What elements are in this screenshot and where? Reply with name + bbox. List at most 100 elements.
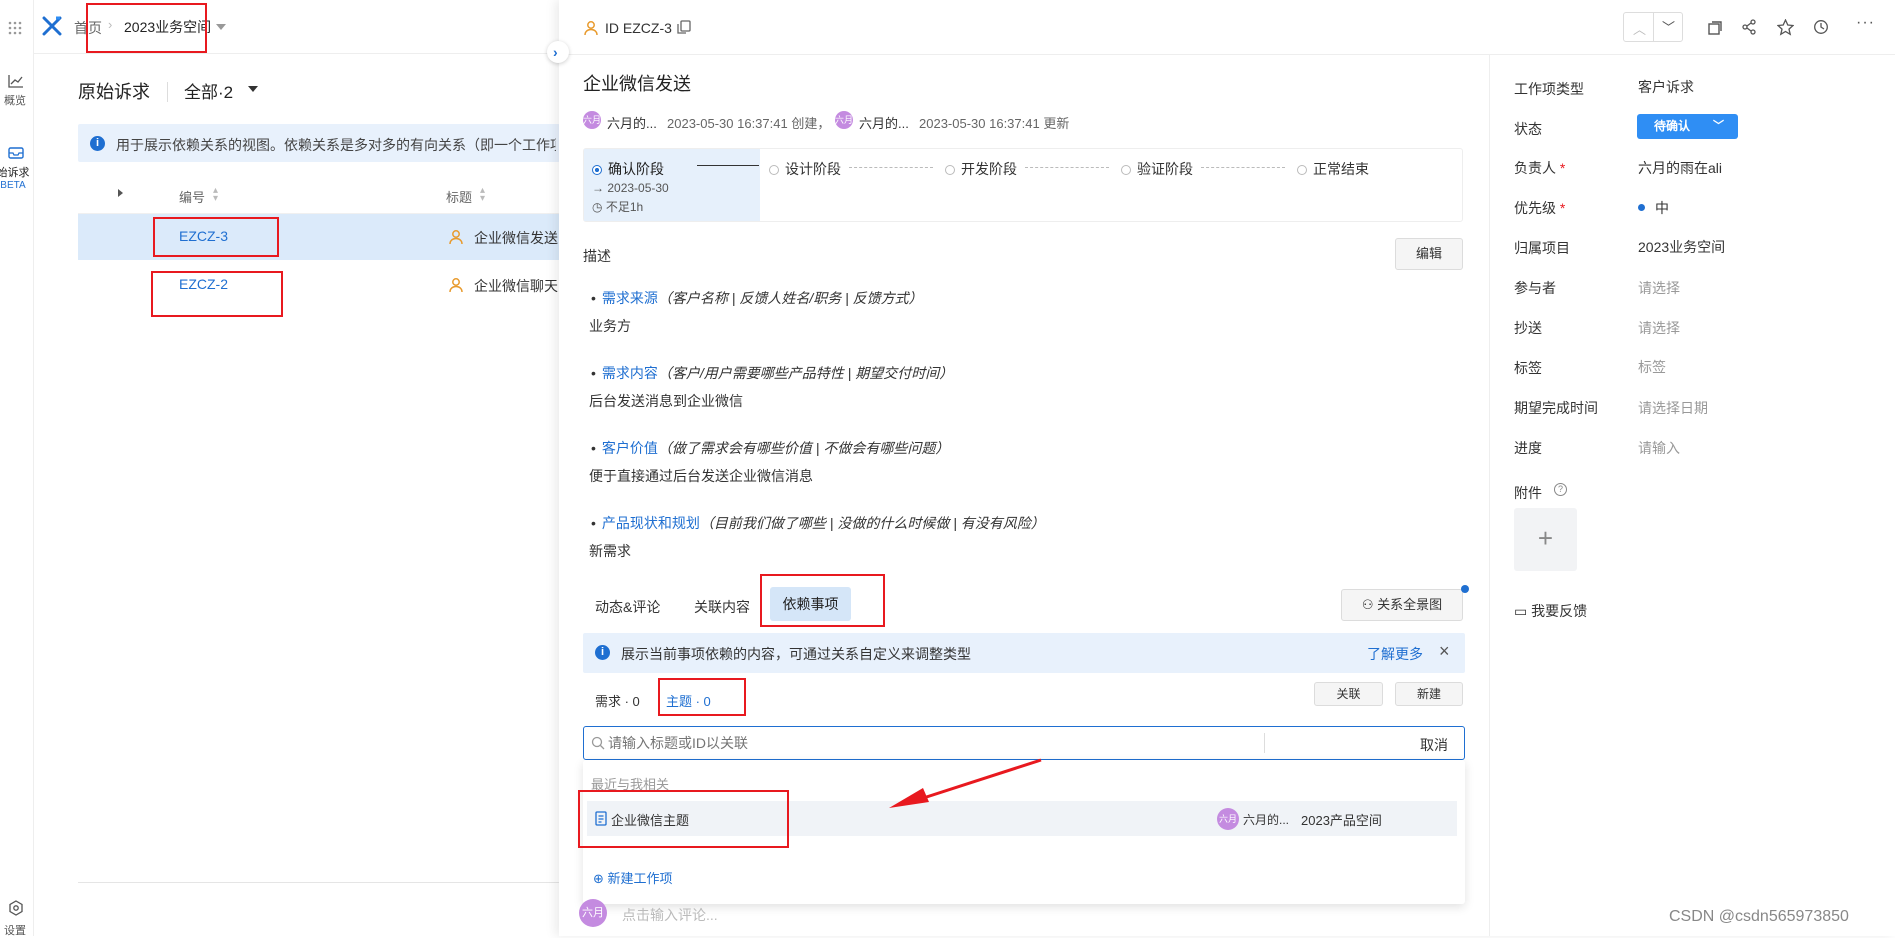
desc-item-heading: • 客户价值（做了需求会有哪些价值 | 不做会有哪些问题） (591, 440, 950, 456)
stage-label: 正常结束 (1313, 161, 1369, 177)
deps-info-text: 展示当前事项依赖的内容，可通过关系自定义来调整类型 (621, 646, 971, 662)
feedback-link[interactable]: ▭ 我要反馈 (1514, 601, 1587, 621)
expand-all-icon[interactable] (118, 189, 123, 197)
prop-value-progress[interactable]: 请输入 (1638, 438, 1680, 458)
chevron-up-icon[interactable]: ︿ (1633, 19, 1646, 38)
document-icon (595, 811, 607, 826)
priority-text: 中 (1655, 200, 1669, 216)
more-icon[interactable]: ··· (1856, 14, 1875, 32)
copy-icon[interactable] (677, 20, 691, 34)
prop-value-participants[interactable]: 请选择 (1638, 278, 1680, 298)
item-detail-drawer: ID EZCZ-3 ︿ ﹀ ··· 企业微信发送 六月 六月的... 2023-… (559, 0, 1895, 936)
inbox-icon (8, 146, 34, 160)
share-icon[interactable] (1741, 19, 1757, 35)
title-divider (167, 82, 168, 102)
row-id[interactable]: EZCZ-3 (179, 228, 228, 244)
close-icon[interactable]: × (1439, 641, 1450, 662)
tab-activity[interactable]: 动态&评论 (595, 597, 660, 617)
status-dropdown[interactable]: 待确认 ﹀ (1637, 114, 1738, 139)
row-title[interactable]: 企业微信聊天 (474, 276, 558, 296)
prop-value-priority[interactable]: 中 (1638, 198, 1669, 218)
table-row[interactable]: EZCZ-2 企业微信聊天 (78, 262, 560, 308)
app-logo-icon[interactable] (42, 16, 62, 36)
prop-value-due[interactable]: 请选择日期 (1638, 398, 1708, 418)
star-icon[interactable] (1777, 19, 1794, 36)
stage-pending-icon (769, 165, 779, 175)
learn-more-link[interactable]: 了解更多 (1367, 644, 1423, 664)
rail-item-requests[interactable]: 始诉求 BETA (0, 146, 34, 191)
stage-connector (849, 167, 933, 168)
subtab-requirements[interactable]: 需求 · 0 (595, 691, 640, 710)
stage-connector (697, 165, 759, 166)
updater-name[interactable]: 六月的... (859, 113, 909, 132)
prop-value-project[interactable]: 2023业务空间 (1638, 237, 1725, 257)
open-window-icon[interactable] (1707, 20, 1723, 36)
comment-icon: ▭ (1514, 603, 1532, 619)
row-id[interactable]: EZCZ-2 (179, 276, 228, 292)
user-request-icon (583, 20, 599, 36)
chevron-right-icon: › (553, 44, 558, 60)
desc-item-body: 业务方 (589, 318, 631, 334)
prop-value-tags[interactable]: 标签 (1638, 357, 1666, 377)
edit-description-button[interactable]: 编辑 (1395, 238, 1463, 270)
status-value: 待确认 (1654, 119, 1691, 133)
prop-value-cc[interactable]: 请选择 (1638, 318, 1680, 338)
filter-dropdown-icon[interactable] (248, 86, 258, 92)
stage-pending-icon (1121, 165, 1131, 175)
col-header-title[interactable]: 标题 (446, 187, 472, 206)
plus-circle-icon: ⊕ (593, 871, 608, 886)
rail-item-overview[interactable]: 概览 (0, 74, 34, 108)
breadcrumb-home[interactable]: 首页 (74, 18, 102, 38)
create-work-item-link[interactable]: ⊕ 新建工作项 (593, 868, 673, 887)
item-title[interactable]: 企业微信发送 (583, 70, 691, 96)
result-owner: 六月的... (1243, 813, 1290, 827)
link-label: 新建工作项 (607, 871, 673, 886)
prop-label-participants: 参与者 (1514, 280, 1556, 296)
cancel-search-button[interactable]: 取消 (1420, 735, 1448, 755)
rail-item-settings[interactable]: 设置 (0, 900, 34, 938)
props-divider (1489, 54, 1490, 936)
view-info-bar: i 用于展示依赖关系的视图。依赖关系是多对多的有向关系（即一个工作项 (78, 124, 560, 162)
stage-design[interactable]: 设计阶段 (769, 159, 841, 179)
link-button[interactable]: 关联 (1314, 682, 1383, 706)
graph-icon: ⚇ (1361, 597, 1378, 612)
beta-badge: BETA (0, 180, 26, 191)
sort-icon[interactable]: ▴ ▾ (480, 186, 485, 204)
breadcrumb-space[interactable]: 2023业务空间 (124, 17, 211, 37)
row-title[interactable]: 企业微信发送 (474, 228, 558, 248)
apps-grid-icon[interactable] (7, 20, 23, 36)
relation-graph-button[interactable]: ⚇ 关系全景图 (1341, 589, 1463, 621)
prop-label-attachments: 附件 (1514, 485, 1542, 501)
info-icon: i (595, 645, 610, 660)
link-search-input[interactable] (608, 733, 1248, 753)
table-row[interactable]: EZCZ-3 企业微信发送 (78, 214, 560, 260)
history-icon[interactable] (1813, 19, 1829, 35)
chevron-down-icon[interactable]: ﹀ (1662, 17, 1675, 36)
view-filter[interactable]: 全部·2 (184, 78, 233, 103)
prop-value-owner[interactable]: 六月的雨在ali (1638, 158, 1722, 178)
stage-current[interactable]: 确认阶段 → 2023-05-30 ◷ 不足1h (584, 149, 760, 221)
list-bottom-divider (78, 882, 560, 883)
creator-name[interactable]: 六月的... (607, 113, 657, 132)
stage-verify[interactable]: 验证阶段 (1121, 159, 1193, 179)
col-header-id[interactable]: 编号 (179, 187, 205, 206)
sort-icon[interactable]: ▴ ▾ (213, 186, 218, 204)
stage-label: 验证阶段 (1137, 161, 1193, 177)
stage-end[interactable]: 正常结束 (1297, 159, 1369, 179)
required-mark: * (1559, 200, 1566, 216)
watermark: CSDN @csdn565973850 (1669, 908, 1849, 925)
subtab-topics[interactable]: 主题 · 0 (666, 691, 711, 710)
add-attachment-button[interactable]: + (1514, 508, 1577, 571)
space-dropdown-icon[interactable] (216, 24, 226, 30)
help-icon[interactable]: ? (1554, 483, 1567, 496)
tab-related[interactable]: 关联内容 (694, 597, 750, 617)
tab-dependencies[interactable]: 依赖事项 (770, 587, 851, 621)
stage-dev[interactable]: 开发阶段 (945, 159, 1017, 179)
new-button[interactable]: 新建 (1395, 682, 1463, 706)
comment-input[interactable]: 点击输入评论... (622, 905, 718, 925)
deps-info-bar: i 展示当前事项依赖的内容，可通过关系自定义来调整类型 了解更多 × (583, 633, 1465, 673)
collapse-panel-button[interactable]: › (547, 41, 569, 63)
arrow-right-icon: → (592, 181, 608, 195)
description-body: • 需求来源（客户名称 | 反馈人姓名/职务 | 反馈方式） 业务方 • 需求内容（… (589, 288, 1471, 588)
prop-label-project: 归属项目 (1514, 240, 1570, 256)
